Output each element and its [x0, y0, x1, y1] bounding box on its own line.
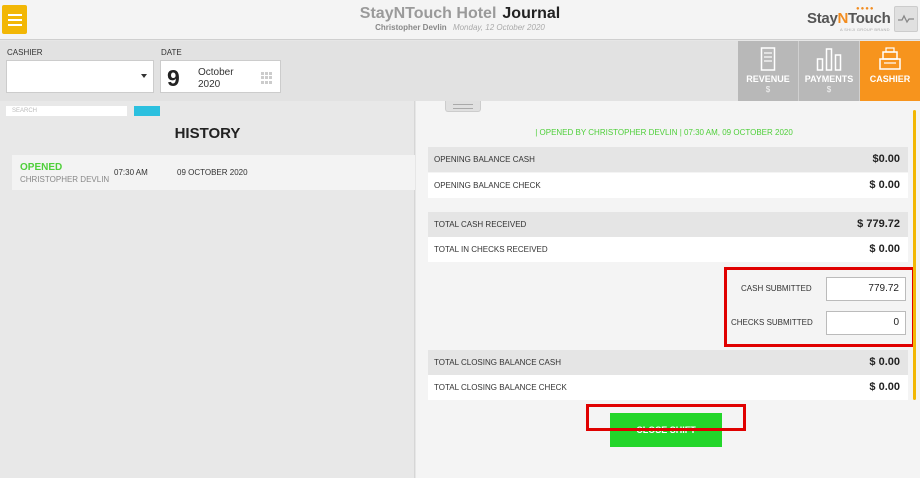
cashier-label: CASHIER	[7, 48, 43, 57]
tab-revenue[interactable]: REVENUE $	[738, 41, 799, 101]
bar-chart-icon	[816, 48, 842, 71]
history-search-button[interactable]	[134, 106, 160, 116]
opening-check-label: OPENING BALANCE CHECK	[434, 181, 541, 190]
closing-balance-check-row: TOTAL CLOSING BALANCE CHECK $ 0.00	[428, 375, 908, 400]
date-picker[interactable]: 9 October 2020	[160, 60, 281, 93]
total-checks-received-row: TOTAL IN CHECKS RECEIVED $ 0.00	[428, 237, 908, 262]
tab-revenue-sub: $	[765, 85, 771, 94]
tab-payments-sub: $	[826, 85, 832, 94]
calendar-icon	[261, 72, 273, 84]
hotel-name: StayNTouch Hotel	[359, 5, 497, 22]
opening-check-value: $ 0.00	[869, 179, 900, 191]
brand-logo-subtitle: A SHIJI GROUP BRAND	[840, 27, 890, 32]
closing-balance-cash-row: TOTAL CLOSING BALANCE CASH $ 0.00	[428, 350, 908, 375]
annotation-highlight-submitted	[724, 267, 915, 347]
page-subtitle: Christopher Devlin Monday, 12 October 20…	[0, 23, 920, 32]
history-status: OPENED	[20, 162, 63, 173]
page-name: Journal	[502, 5, 561, 22]
tab-revenue-label: REVENUE	[746, 74, 790, 84]
total-checks-value: $ 0.00	[869, 243, 900, 255]
opening-cash-label: OPENING BALANCE CASH	[434, 155, 535, 164]
total-cash-value: $ 779.72	[857, 218, 900, 230]
closing-cash-value: $ 0.00	[869, 356, 900, 368]
activity-log-button[interactable]	[894, 6, 918, 32]
app-header: StayNTouch Hotel Journal Christopher Devl…	[0, 0, 920, 40]
cash-register-icon	[879, 47, 901, 70]
total-cash-received-row: TOTAL CASH RECEIVED $ 779.72	[428, 212, 908, 237]
opening-balance-cash-row: OPENING BALANCE CASH $0.00	[428, 147, 908, 172]
cashier-select[interactable]	[6, 60, 154, 93]
date-month: October	[198, 67, 234, 78]
history-time: 07:30 AM	[114, 168, 148, 177]
opening-balance-check-row: OPENING BALANCE CHECK $ 0.00	[428, 173, 908, 198]
history-user: CHRISTOPHER DEVLIN	[20, 175, 110, 184]
date-year: 2020	[198, 79, 221, 90]
date-label: DATE	[161, 48, 182, 57]
shift-opened-info: | OPENED BY CHRISTOPHER DEVLIN | 07:30 A…	[535, 128, 793, 137]
closing-cash-label: TOTAL CLOSING BALANCE CASH	[434, 358, 561, 367]
history-title: HISTORY	[174, 125, 241, 142]
total-checks-label: TOTAL IN CHECKS RECEIVED	[434, 245, 548, 254]
history-row[interactable]: OPENED CHRISTOPHER DEVLIN 07:30 AM 09 OC…	[12, 155, 415, 190]
annotation-highlight-close-shift	[586, 404, 746, 431]
total-cash-label: TOTAL CASH RECEIVED	[434, 220, 527, 229]
history-search-input[interactable]: SEARCH	[6, 106, 127, 116]
tab-cashier-label: CASHIER	[869, 74, 911, 84]
drawer-handle-icon[interactable]	[445, 101, 481, 112]
tab-cashier[interactable]: CASHIER	[860, 41, 920, 108]
date-day: 9	[167, 65, 180, 91]
receipt-icon	[760, 47, 776, 71]
history-date: 09 OCTOBER 2020	[177, 168, 248, 177]
closing-check-value: $ 0.00	[869, 381, 900, 393]
tab-payments-label: PAYMENTS	[804, 74, 854, 84]
pulse-icon	[898, 14, 914, 24]
opening-cash-value: $0.00	[872, 153, 900, 165]
caret-down-icon	[141, 74, 147, 78]
current-user: Christopher Devlin	[375, 23, 447, 32]
brand-logo: StayNTouch	[807, 10, 891, 27]
tab-payments[interactable]: PAYMENTS $	[799, 41, 860, 101]
business-date: Monday, 12 October 2020	[452, 23, 545, 32]
closing-check-label: TOTAL CLOSING BALANCE CHECK	[434, 383, 567, 392]
scrollbar[interactable]	[913, 110, 916, 400]
page-title: StayNTouch Hotel Journal	[0, 5, 920, 23]
